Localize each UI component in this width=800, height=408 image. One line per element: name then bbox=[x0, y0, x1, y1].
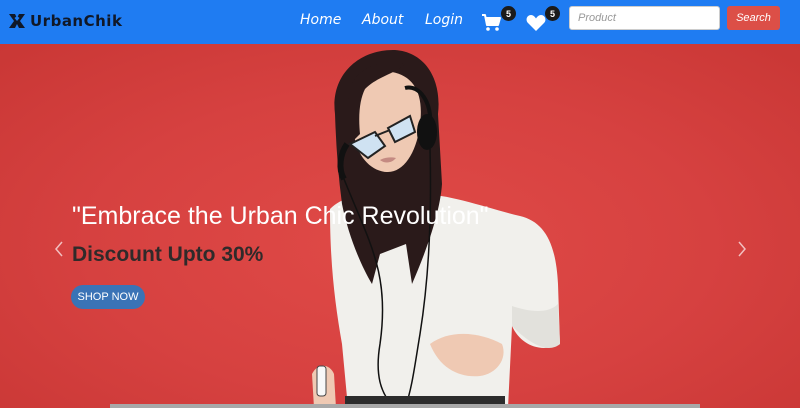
scroll-indicator bbox=[110, 404, 700, 408]
brand-logo[interactable]: UrbanChik bbox=[8, 12, 122, 30]
brand-name: UrbanChik bbox=[30, 12, 123, 30]
navbar: UrbanChik Home About Login 5 5 Search bbox=[0, 0, 800, 44]
nav-home-link[interactable]: Home bbox=[300, 12, 341, 28]
search-button[interactable]: Search bbox=[727, 6, 780, 30]
hero-discount-text: Discount Upto 30% bbox=[72, 243, 264, 266]
cart-count-badge: 5 bbox=[501, 6, 516, 21]
chevron-left-icon[interactable] bbox=[52, 239, 66, 259]
cart-icon bbox=[482, 14, 501, 31]
heart-icon bbox=[526, 15, 546, 31]
chevron-right-icon[interactable] bbox=[735, 239, 749, 259]
hero-banner: "Embrace the Urban Chic Revolution" Disc… bbox=[0, 44, 800, 408]
search-input[interactable] bbox=[569, 6, 720, 30]
nav-login-link[interactable]: Login bbox=[425, 12, 463, 28]
hero-title: "Embrace the Urban Chic Revolution" bbox=[72, 202, 489, 230]
shop-now-button[interactable]: SHOP NOW bbox=[71, 285, 145, 309]
wishlist-button[interactable]: 5 bbox=[526, 6, 560, 34]
cart-button[interactable]: 5 bbox=[482, 6, 516, 34]
brand-logo-icon bbox=[9, 14, 25, 28]
nav-about-link[interactable]: About bbox=[362, 12, 403, 28]
wishlist-count-badge: 5 bbox=[545, 6, 560, 21]
